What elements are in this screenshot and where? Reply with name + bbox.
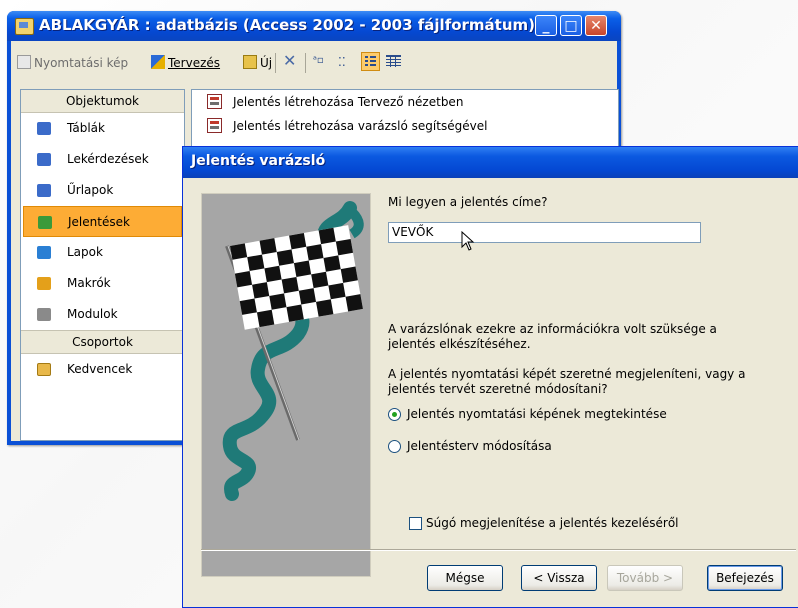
maximize-button[interactable]: □ [560, 15, 582, 36]
radio-selected-icon [388, 408, 401, 421]
object-item-tables[interactable]: Táblák [21, 113, 184, 144]
design-label: Tervezés [168, 56, 221, 70]
next-button[interactable]: Tovább > [607, 565, 683, 591]
wizard-illustration [201, 193, 371, 577]
list-view-icon[interactable] [361, 52, 380, 71]
list-item[interactable]: Jelentés létrehozása Tervező nézetben [192, 90, 618, 114]
wizard-divider [201, 549, 796, 551]
info-line: A varázslónak ezekre az információkra vo… [388, 322, 717, 336]
large-icons-icon[interactable]: ᵃ▫ [313, 55, 324, 66]
wizard-titlebar[interactable]: Jelentés varázsló [183, 147, 798, 178]
modify-design-radio[interactable]: Jelentésterv módosítása [388, 439, 552, 453]
list-item-label: Jelentés létrehozása varázsló segítségév… [233, 119, 488, 133]
back-button[interactable]: < Vissza [521, 565, 597, 591]
report-title-input[interactable]: VEVŐK [388, 222, 701, 243]
object-item-label: Űrlapok [67, 183, 114, 197]
objects-panel: Objektumok Táblák Lekérdezések Űrlapok J… [20, 89, 185, 441]
object-item-reports[interactable]: Jelentések [23, 206, 182, 237]
preview-report-radio[interactable]: Jelentés nyomtatási képének megtekintése [388, 407, 667, 421]
checkered-flag-icon [222, 201, 364, 501]
radio-label: Jelentés nyomtatási képének megtekintése [407, 407, 667, 421]
new-label: Új [260, 56, 273, 70]
cancel-button[interactable]: Mégse [427, 565, 503, 591]
report-wizard-dialog: Jelentés varázsló Mi legyen a jelentés c… [182, 146, 798, 608]
form-icon [37, 184, 51, 197]
macro-icon [37, 277, 51, 290]
object-item-label: Makrók [67, 276, 111, 290]
object-item-label: Jelentések [68, 215, 130, 229]
print-preview-icon [17, 55, 31, 69]
folder-icon [37, 363, 51, 376]
favorites-item[interactable]: Kedvencek [21, 354, 184, 385]
toolbar-separator [305, 53, 306, 73]
details-view-glyph [386, 55, 401, 67]
preview-label: Nyomtatási kép [34, 56, 129, 70]
object-item-modules[interactable]: Modulok [21, 299, 184, 330]
object-item-forms[interactable]: Űrlapok [21, 175, 184, 206]
radio-label: Jelentésterv módosítása [407, 439, 552, 453]
report-icon [38, 216, 52, 229]
table-icon [37, 122, 51, 135]
finish-button[interactable]: Befejezés [707, 565, 783, 591]
groups-header[interactable]: Csoportok [21, 330, 184, 354]
wizard-info-text: A varázslónak ezekre az információkra vo… [388, 322, 788, 352]
database-toolbar: Nyomtatási kép Tervezés Új ✕ ᵃ▫ ⁚⁚ [11, 41, 617, 85]
wizard-question-text: A jelentés nyomtatási képét szeretné meg… [388, 367, 788, 397]
minimize-button[interactable]: _ [535, 15, 557, 36]
page-icon [37, 246, 51, 259]
design-icon [151, 55, 165, 69]
info-line: jelentés elkészítéséhez. [388, 337, 531, 351]
window-title: ABLAKGYÁR : adatbázis (Access 2002 - 200… [39, 16, 536, 34]
list-view-glyph [365, 56, 376, 66]
info-line: A jelentés nyomtatási képét szeretné meg… [388, 367, 746, 381]
database-titlebar[interactable]: ABLAKGYÁR : adatbázis (Access 2002 - 200… [7, 11, 621, 41]
list-item[interactable]: Jelentés létrehozása varázsló segítségév… [192, 114, 618, 138]
details-view-icon[interactable] [385, 53, 402, 73]
module-icon [37, 308, 51, 321]
checkbox-icon [409, 517, 422, 530]
report-title-question: Mi legyen a jelentés címe? [388, 195, 548, 209]
object-item-label: Táblák [67, 121, 105, 135]
object-item-queries[interactable]: Lekérdezések [21, 144, 184, 175]
mouse-cursor-icon [461, 231, 475, 251]
object-item-label: Lapok [67, 245, 103, 259]
favorites-label: Kedvencek [67, 362, 133, 376]
delete-icon[interactable]: ✕ [283, 51, 296, 70]
preview-button[interactable]: Nyomtatási kép [17, 55, 128, 70]
checkbox-label: Súgó megjelenítése a jelentés kezelésérő… [426, 516, 679, 530]
help-checkbox[interactable]: Súgó megjelenítése a jelentés kezelésérő… [409, 516, 679, 530]
toolbar-separator [275, 53, 276, 73]
database-icon [15, 18, 34, 35]
objects-header[interactable]: Objektumok [21, 90, 184, 113]
list-item-label: Jelentés létrehozása Tervező nézetben [233, 95, 464, 109]
report-design-icon [207, 94, 222, 109]
object-item-pages[interactable]: Lapok [21, 237, 184, 268]
query-icon [37, 153, 51, 166]
object-item-macros[interactable]: Makrók [21, 268, 184, 299]
object-item-label: Modulok [67, 307, 118, 321]
report-wizard-icon [207, 118, 222, 133]
new-object-icon [243, 55, 257, 69]
new-button[interactable]: Új [243, 55, 272, 70]
close-button[interactable]: ✕ [585, 15, 607, 36]
small-icons-icon[interactable]: ⁚⁚ [338, 55, 346, 69]
info-line: jelentés tervét szeretné módosítani? [388, 382, 608, 396]
design-button[interactable]: Tervezés [151, 55, 220, 70]
radio-unselected-icon [388, 440, 401, 453]
object-item-label: Lekérdezések [67, 152, 149, 166]
wizard-title: Jelentés varázsló [191, 153, 326, 169]
